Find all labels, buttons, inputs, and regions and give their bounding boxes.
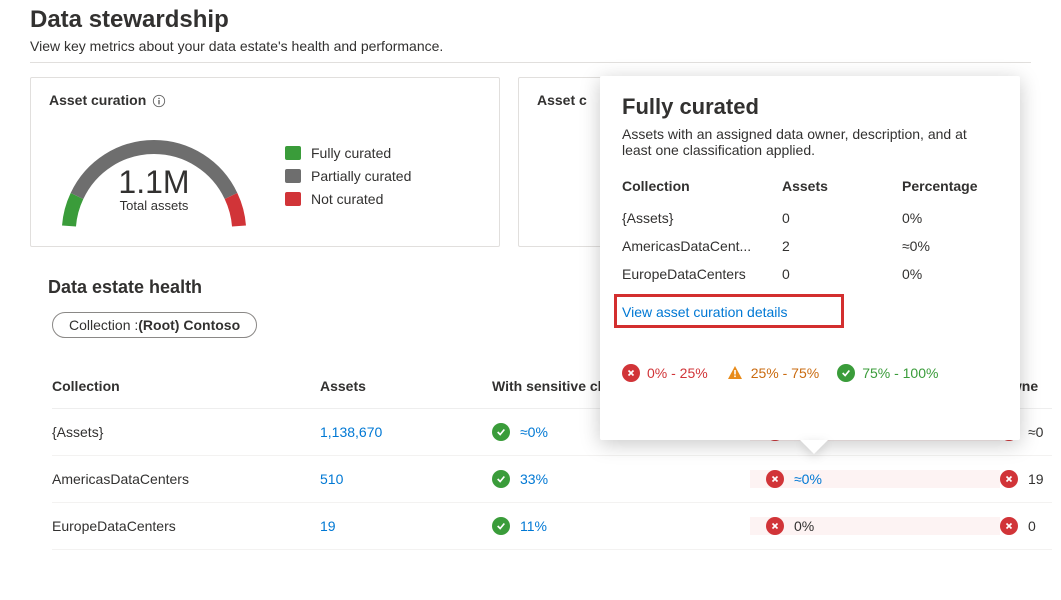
callout-row: AmericasDataCent... 2 ≈0% xyxy=(622,232,998,260)
ccell-pct: 0% xyxy=(902,266,1002,282)
cell-owner: 0 xyxy=(1028,518,1036,534)
view-details-link[interactable]: View asset curation details xyxy=(622,304,788,320)
legend-mid: 25% - 75% xyxy=(751,365,819,381)
cell-sensitive-link[interactable]: ≈0% xyxy=(520,424,548,440)
percentage-legend: 0% - 25% 25% - 75% 75% - 100% xyxy=(622,364,998,382)
callout-row: {Assets} 0 0% xyxy=(622,204,998,232)
cell-sensitive-link[interactable]: 11% xyxy=(520,518,547,534)
cell-assets-link[interactable]: 1,138,670 xyxy=(320,424,492,440)
page-subtitle: View key metrics about your data estate'… xyxy=(30,38,1031,54)
legend-low: 0% - 25% xyxy=(647,365,708,381)
gauge-label: Total assets xyxy=(49,198,259,213)
callout-row: EuropeDataCenters 0 0% xyxy=(622,260,998,288)
x-icon xyxy=(1000,517,1018,535)
cth-pct: Percentage xyxy=(902,178,1002,194)
x-icon xyxy=(1000,470,1018,488)
cth-assets: Assets xyxy=(782,178,902,194)
check-icon xyxy=(837,364,855,382)
ccell-collection: {Assets} xyxy=(622,210,782,226)
th-assets[interactable]: Assets xyxy=(320,378,492,394)
gauge-value: 1.1M xyxy=(49,166,259,198)
legend-fully: Fully curated xyxy=(311,145,391,161)
cell-sensitive-link[interactable]: 33% xyxy=(520,471,548,487)
cell-assets-link[interactable]: 19 xyxy=(320,518,492,534)
cell-owner: 19 xyxy=(1028,471,1044,487)
info-icon[interactable] xyxy=(152,92,166,108)
table-row: AmericasDataCenters 510 33% ≈0% 19 xyxy=(52,456,1052,503)
ccell-assets: 2 xyxy=(782,238,902,254)
cell-owner: ≈0 xyxy=(1028,424,1043,440)
cth-collection: Collection xyxy=(622,178,782,194)
swatch-gray xyxy=(285,169,301,183)
cell-collection: EuropeDataCenters xyxy=(52,518,320,534)
cell-collection: AmericasDataCenters xyxy=(52,471,320,487)
filter-value: (Root) Contoso xyxy=(138,317,240,333)
fully-curated-callout: Fully curated Assets with an assigned da… xyxy=(600,76,1020,440)
legend-partial: Partially curated xyxy=(311,168,411,184)
check-icon xyxy=(492,423,510,441)
th-collection[interactable]: Collection xyxy=(52,378,320,394)
page-title: Data stewardship xyxy=(30,6,1031,34)
x-icon xyxy=(766,470,784,488)
second-card-title: Asset c xyxy=(537,92,587,108)
cell-assets-link[interactable]: 510 xyxy=(320,471,492,487)
legend-high: 75% - 100% xyxy=(862,365,938,381)
ccell-collection: AmericasDataCent... xyxy=(622,238,782,254)
legend-none: Not curated xyxy=(311,191,383,207)
check-icon xyxy=(492,517,510,535)
card-title-text: Asset curation xyxy=(49,92,146,108)
cell-fully-link[interactable]: ≈0% xyxy=(794,471,822,487)
gauge-legend: Fully curated Partially curated Not cura… xyxy=(285,138,411,214)
ccell-pct: ≈0% xyxy=(902,238,1002,254)
check-icon xyxy=(492,470,510,488)
asset-curation-card: Asset curation 1.1M Total assets xyxy=(30,77,500,247)
warning-icon xyxy=(726,364,744,382)
callout-title: Fully curated xyxy=(622,94,998,120)
ccell-assets: 0 xyxy=(782,266,902,282)
ccell-collection: EuropeDataCenters xyxy=(622,266,782,282)
x-icon xyxy=(622,364,640,382)
swatch-red xyxy=(285,192,301,206)
cell-fully: 0% xyxy=(794,518,814,534)
collection-filter-chip[interactable]: Collection : (Root) Contoso xyxy=(52,312,257,338)
second-card-peek: Asset c xyxy=(518,77,608,247)
filter-label: Collection : xyxy=(69,317,138,333)
divider xyxy=(30,62,1031,63)
ccell-assets: 0 xyxy=(782,210,902,226)
swatch-green xyxy=(285,146,301,160)
callout-description: Assets with an assigned data owner, desc… xyxy=(622,126,998,158)
table-row: EuropeDataCenters 19 11% 0% 0 xyxy=(52,503,1052,550)
cell-collection: {Assets} xyxy=(52,424,320,440)
x-icon xyxy=(766,517,784,535)
gauge-chart: 1.1M Total assets xyxy=(49,116,259,236)
ccell-pct: 0% xyxy=(902,210,1002,226)
